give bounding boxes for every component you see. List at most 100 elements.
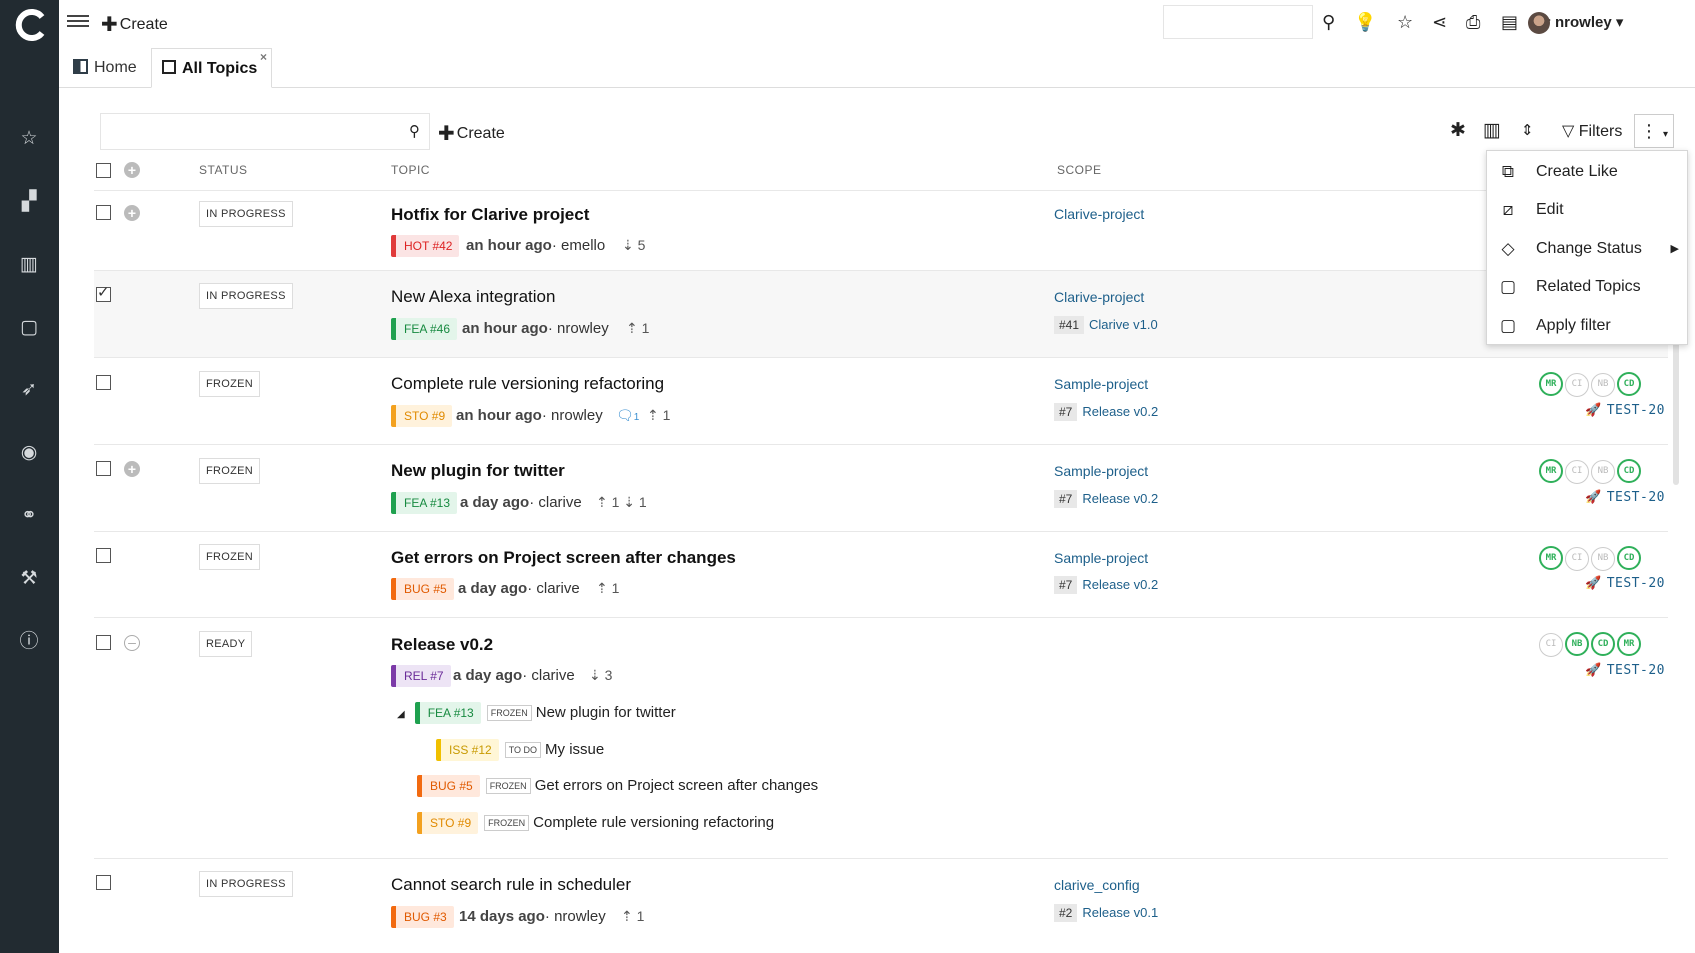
row-checkbox[interactable] — [96, 635, 111, 650]
table-row[interactable]: – READY Release v0.2 REL #7 a day ago· c… — [94, 618, 1668, 859]
table-row[interactable]: + FROZEN New plugin for twitter FEA #13 … — [94, 445, 1668, 532]
asterisk-icon[interactable]: ✱ — [1450, 120, 1466, 142]
help-icon[interactable]: ⓘ — [17, 630, 41, 654]
topic-id-tag[interactable]: STO #9 — [391, 405, 453, 427]
ci-circle[interactable]: MR — [1617, 632, 1641, 656]
scope-link[interactable]: clarive_config — [1054, 877, 1140, 893]
user-avatar[interactable] — [1528, 12, 1550, 34]
column-header-scope[interactable]: SCOPE — [1057, 163, 1102, 177]
ci-circle[interactable]: CI — [1565, 373, 1589, 397]
topic-title[interactable]: New Alexa integration — [391, 287, 555, 307]
topic-id-tag[interactable]: BUG #5 — [391, 578, 454, 600]
search-icon[interactable]: ⚲ — [1322, 11, 1335, 33]
tab-home[interactable]: Home — [63, 48, 147, 88]
release-link[interactable]: #41 Clarive v1.0 — [1054, 316, 1158, 334]
share-icon[interactable]: ⋖ — [1432, 11, 1447, 33]
search-icon[interactable]: ⚲ — [409, 122, 420, 140]
rocket-icon[interactable]: ➶ — [17, 378, 41, 402]
expand-icon[interactable]: + — [124, 205, 140, 221]
child-tag[interactable]: ISS #12 — [436, 739, 499, 761]
ci-circle[interactable]: NB — [1591, 373, 1615, 397]
star-icon[interactable]: ☆ — [17, 127, 41, 151]
topic-title[interactable]: Release v0.2 — [391, 635, 493, 655]
row-checkbox[interactable] — [96, 461, 111, 476]
hamburger-menu-icon[interactable] — [67, 12, 89, 30]
scope-link[interactable]: Sample-project — [1054, 376, 1148, 392]
menu-item-change-status[interactable]: ◇ Change Status ▶ — [1487, 230, 1687, 268]
menu-item-apply-filter[interactable]: ▢ Apply filter — [1487, 307, 1687, 345]
target-icon[interactable]: ◉ — [17, 441, 41, 465]
test-link[interactable]: 🚀 TEST-20 — [1585, 576, 1665, 591]
topic-title[interactable]: New plugin for twitter — [391, 461, 565, 481]
menu-item-edit[interactable]: ⧄ Edit — [1487, 191, 1687, 229]
window-icon[interactable]: ▤ — [1501, 11, 1518, 33]
ci-circle[interactable]: NB — [1591, 460, 1615, 484]
hammer-icon[interactable]: ⚒ — [17, 567, 41, 591]
scope-link[interactable]: Sample-project — [1054, 463, 1148, 479]
topic-title[interactable]: Cannot search rule in scheduler — [391, 875, 631, 895]
filters-button[interactable]: ▽ Filters — [1562, 121, 1622, 141]
table-row[interactable]: FROZEN Get errors on Project screen afte… — [94, 532, 1668, 618]
child-topic[interactable]: STO #9 FROZEN Complete rule versioning ref… — [417, 812, 774, 834]
scope-link[interactable]: Sample-project — [1054, 550, 1148, 566]
table-row[interactable]: FROZEN Complete rule versioning refactor… — [94, 358, 1668, 445]
clarive-logo[interactable] — [14, 8, 48, 42]
select-all-checkbox[interactable] — [96, 163, 111, 178]
child-title[interactable]: My issue — [545, 741, 604, 758]
release-link[interactable]: #7 Release v0.2 — [1054, 576, 1158, 594]
test-link[interactable]: 🚀 TEST-20 — [1585, 403, 1665, 418]
tab-all-topics[interactable]: All Topics × — [151, 48, 272, 88]
ci-circle[interactable]: CD — [1617, 459, 1641, 483]
topics-icon[interactable]: ▢ — [17, 316, 41, 340]
ci-circle[interactable]: CI — [1565, 460, 1589, 484]
create-topic-button[interactable]: ✚ Create — [438, 121, 505, 146]
dashboard-icon[interactable]: ▞ — [17, 190, 41, 214]
ci-circle[interactable]: CD — [1617, 546, 1641, 570]
table-row[interactable]: + IN PROGRESS Hotfix for Clarive project… — [94, 191, 1668, 271]
child-title[interactable]: New plugin for twitter — [536, 704, 676, 721]
star-outline-icon[interactable]: ☆ — [1397, 11, 1413, 33]
ci-circle[interactable]: NB — [1591, 547, 1615, 571]
row-checkbox[interactable] — [96, 205, 111, 220]
child-topic[interactable]: ◢ FEA #13 FROZEN New plugin for twitter — [397, 702, 676, 724]
expand-all-icon[interactable]: + — [124, 162, 140, 178]
release-link[interactable]: #7 Release v0.2 — [1054, 490, 1158, 508]
table-row[interactable]: IN PROGRESS Cannot search rule in schedu… — [94, 859, 1668, 953]
topic-title[interactable]: Hotfix for Clarive project — [391, 205, 589, 225]
ci-circle[interactable]: MR — [1539, 459, 1563, 483]
print-icon[interactable]: ⎙ — [1466, 11, 1480, 33]
more-actions-button[interactable]: ⋮ ▾ — [1634, 114, 1674, 148]
column-header-status[interactable]: STATUS — [199, 163, 248, 177]
ci-circle[interactable]: MR — [1539, 546, 1563, 570]
topic-id-tag[interactable]: REL #7 — [391, 665, 451, 687]
kanban-icon[interactable]: ▥ — [17, 253, 41, 277]
scope-link[interactable]: Clarive-project — [1054, 206, 1144, 222]
topic-search-input[interactable] — [100, 113, 430, 150]
kanban-view-icon[interactable]: ▥ — [1483, 120, 1501, 142]
ci-circle[interactable]: CD — [1617, 372, 1641, 396]
child-tag[interactable]: FEA #13 — [414, 702, 481, 724]
sitemap-icon[interactable]: ⚭ — [17, 504, 41, 528]
child-topic[interactable]: ISS #12 TO DO My issue — [436, 739, 604, 761]
sort-icon[interactable]: ⇕ — [1521, 120, 1534, 142]
table-row[interactable]: IN PROGRESS New Alexa integration FEA #4… — [94, 271, 1668, 358]
release-link[interactable]: #7 Release v0.2 — [1054, 403, 1158, 421]
global-search-input[interactable] — [1163, 5, 1313, 39]
collapse-icon[interactable]: – — [124, 635, 140, 651]
menu-item-create-like[interactable]: ⧉ Create Like — [1487, 153, 1687, 191]
ci-circle[interactable]: CD — [1591, 632, 1615, 656]
ci-circle[interactable]: NB — [1565, 632, 1589, 656]
child-tag[interactable]: BUG #5 — [417, 775, 480, 797]
release-link[interactable]: #2 Release v0.1 — [1054, 904, 1158, 922]
lightbulb-icon[interactable]: 💡 — [1354, 11, 1376, 33]
topic-title[interactable]: Get errors on Project screen after chang… — [391, 548, 736, 568]
row-checkbox[interactable] — [96, 548, 111, 563]
test-link[interactable]: 🚀 TEST-20 — [1585, 663, 1665, 678]
child-title[interactable]: Complete rule versioning refactoring — [533, 814, 774, 831]
row-checkbox-checked[interactable] — [96, 283, 111, 302]
menu-item-related-topics[interactable]: ▢ Related Topics — [1487, 268, 1687, 306]
tree-collapse-icon[interactable]: ◢ — [397, 709, 405, 720]
topic-id-tag[interactable]: BUG #3 — [391, 906, 454, 928]
top-create-button[interactable]: ✚ Create — [101, 12, 168, 37]
row-checkbox[interactable] — [96, 375, 111, 390]
